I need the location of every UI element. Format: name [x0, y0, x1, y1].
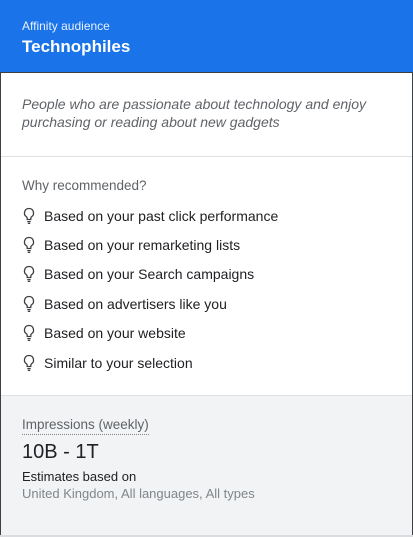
reason-label: Based on your past click performance [44, 207, 279, 224]
lightbulb-icon [23, 354, 35, 371]
lightbulb-icon [23, 266, 35, 283]
reason-item: Based on advertisers like you [22, 289, 391, 318]
reason-label: Based on your website [44, 325, 186, 342]
lightbulb-icon [23, 295, 35, 312]
reason-label: Similar to your selection [44, 354, 193, 371]
reason-item: Based on your website [22, 319, 391, 348]
recommendation-reasons: Why recommended? Based on your past clic… [1, 157, 412, 395]
audience-stats: Impressions (weekly) 10B - 1T Estimates … [1, 395, 412, 537]
audience-title: Technophiles [22, 37, 131, 56]
reason-label: Based on your Search campaigns [44, 266, 255, 283]
reason-item: Based on your remarketing lists [22, 230, 391, 259]
reason-label: Based on your remarketing lists [44, 237, 241, 254]
reason-item: Based on your Search campaigns [22, 260, 391, 289]
audience-card: Affinity audience Technophiles People wh… [0, 0, 413, 537]
impressions-label[interactable]: Impressions (weekly) [22, 416, 149, 435]
audience-header: Affinity audience Technophiles [0, 0, 413, 72]
lightbulb-icon [23, 207, 35, 224]
reason-item: Similar to your selection [22, 348, 391, 377]
impressions-value: 10B - 1T [22, 441, 99, 463]
reason-item: Based on your past click performance [22, 201, 391, 230]
estimates-value: United Kingdom, All languages, All types [22, 486, 255, 501]
lightbulb-icon [23, 325, 35, 342]
lightbulb-icon [23, 236, 35, 254]
audience-body: People who are passionate about technolo… [0, 72, 413, 537]
reason-label: Based on advertisers like you [44, 295, 227, 312]
estimates-label: Estimates based on [22, 469, 137, 484]
reasons-heading: Why recommended? [22, 178, 147, 193]
audience-description-text: People who are passionate about technolo… [22, 96, 367, 130]
audience-type-label: Affinity audience [22, 19, 110, 33]
audience-description: People who are passionate about technolo… [1, 73, 412, 157]
